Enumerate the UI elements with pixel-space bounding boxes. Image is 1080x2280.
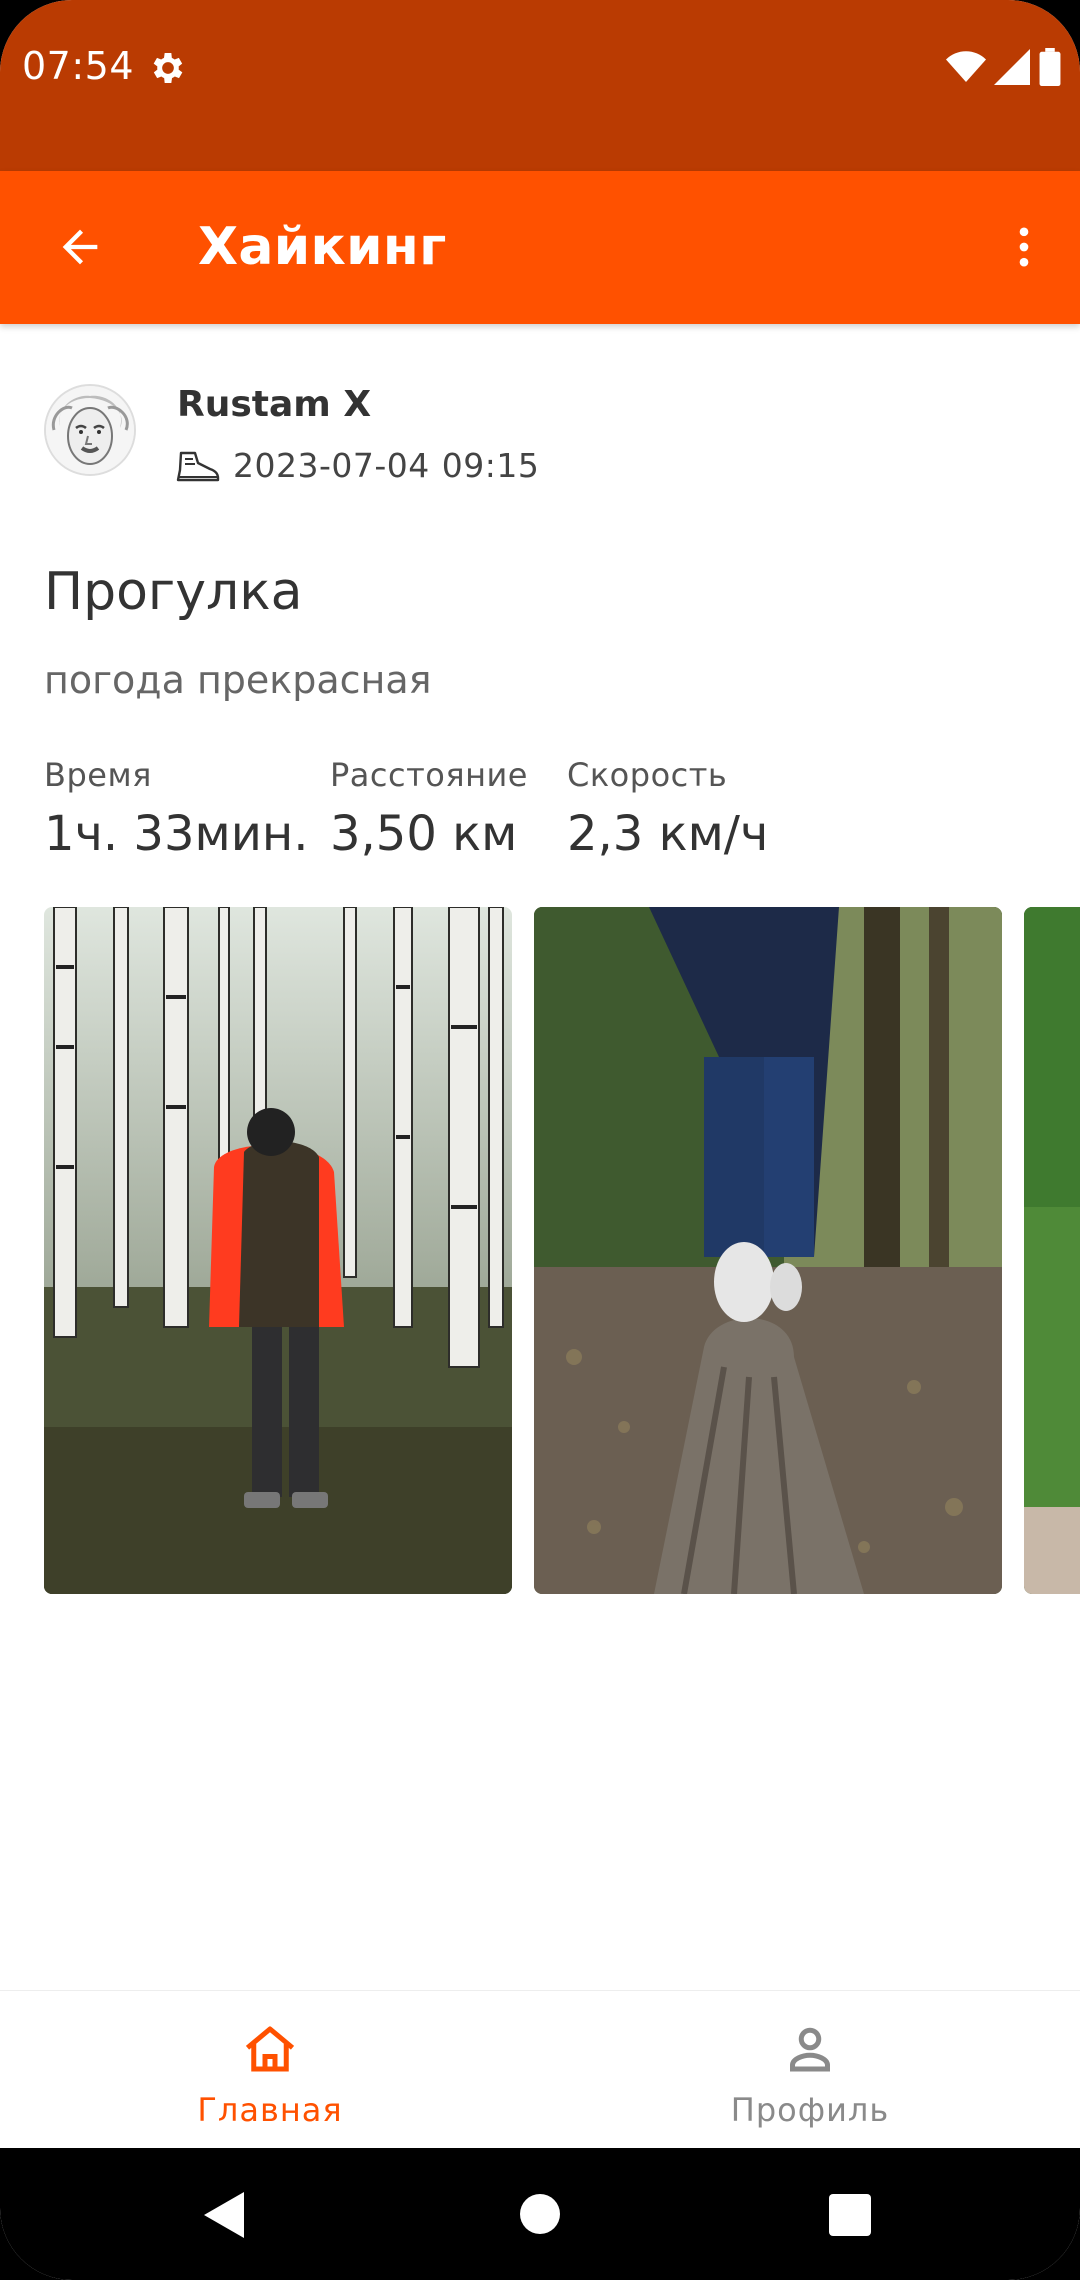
- stat-value: 1ч. 33мин.: [44, 806, 309, 862]
- hiking-boot-icon: [176, 451, 220, 481]
- post-date: 2023-07-04: [233, 446, 430, 485]
- stat-label: Время: [44, 756, 152, 794]
- person-icon: [790, 2027, 830, 2072]
- system-home-icon[interactable]: [518, 2192, 562, 2236]
- photo-hiker-birch-forest[interactable]: [44, 907, 512, 1594]
- app-bar: Хайкинг: [0, 171, 1080, 324]
- bottom-navigation: Главная Профиль: [0, 1990, 1080, 2149]
- more-options-button[interactable]: [984, 207, 1064, 287]
- post-time: 09:15: [441, 446, 540, 485]
- cellular-signal-icon: [994, 49, 1030, 85]
- stat-label: Расстояние: [330, 756, 528, 794]
- system-back-icon[interactable]: [204, 2192, 248, 2238]
- system-recents-icon[interactable]: [829, 2194, 871, 2236]
- back-button[interactable]: [40, 207, 120, 287]
- avatar[interactable]: [44, 384, 136, 476]
- status-time: 07:54: [22, 44, 135, 88]
- screen: 07:54 Хайкинг Rustam X 2023-07-04 09:15 …: [0, 0, 1080, 2280]
- more-vert-icon: [1019, 227, 1029, 267]
- stat-label: Скорость: [567, 756, 728, 794]
- post-description: погода прекрасная: [44, 658, 432, 702]
- stat-distance: Расстояние 3,50 км: [330, 756, 528, 862]
- nav-item-profile[interactable]: Профиль: [540, 1991, 1080, 2149]
- battery-icon: [1039, 48, 1061, 86]
- post-title: Прогулка: [44, 562, 303, 622]
- photo-forest-third[interactable]: [1024, 907, 1080, 1594]
- page-title: Хайкинг: [198, 217, 447, 277]
- status-bar: 07:54: [0, 0, 1080, 171]
- stat-speed: Скорость 2,3 км/ч: [567, 756, 768, 862]
- author-name[interactable]: Rustam X: [177, 384, 371, 425]
- stat-value: 2,3 км/ч: [567, 806, 769, 862]
- home-icon: [245, 2026, 295, 2072]
- wifi-icon: [946, 51, 986, 82]
- arrow-back-icon: [62, 229, 98, 265]
- system-navigation-bar: [0, 2148, 1080, 2280]
- stat-time: Время 1ч. 33мин.: [44, 756, 309, 862]
- post-meta: 2023-07-04 09:15: [175, 446, 539, 485]
- nav-item-home[interactable]: Главная: [0, 1991, 540, 2149]
- status-icons: [946, 48, 1062, 86]
- settings-gear-icon: [153, 53, 183, 83]
- nav-label-home: Главная: [197, 2091, 343, 2129]
- nav-label-profile: Профиль: [730, 2091, 890, 2129]
- photo-walking-on-log[interactable]: [534, 907, 1002, 1594]
- stat-value: 3,50 км: [330, 806, 518, 862]
